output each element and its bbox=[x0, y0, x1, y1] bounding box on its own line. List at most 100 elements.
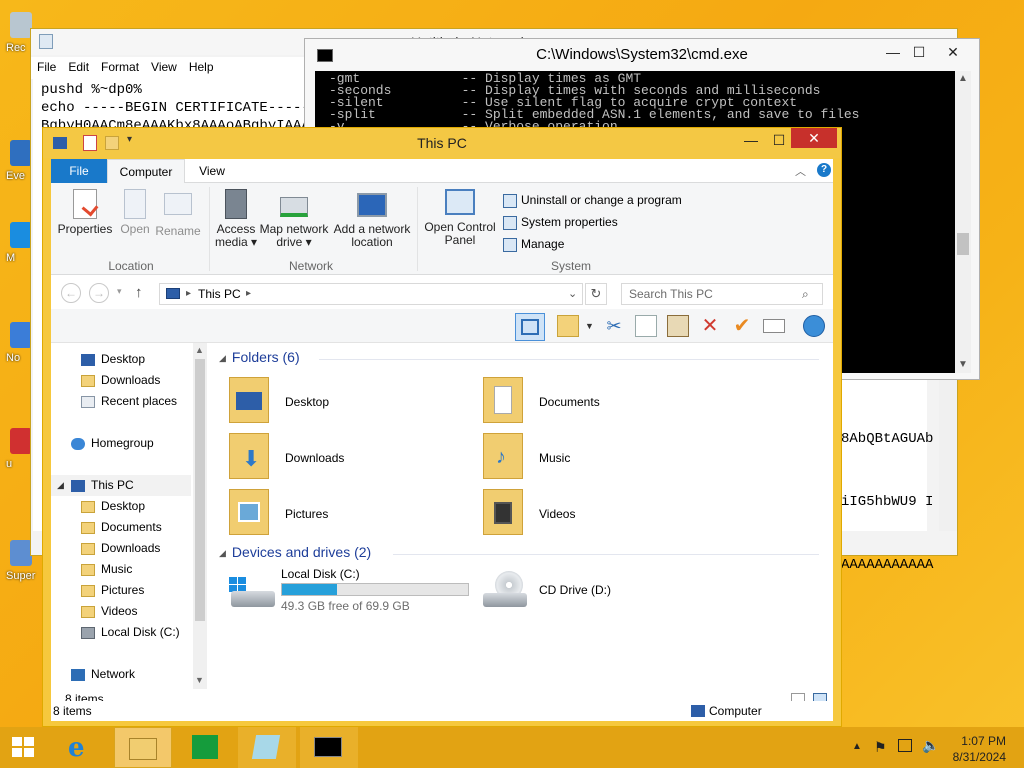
nav-pc-pictures[interactable]: Pictures bbox=[81, 580, 144, 601]
back-button[interactable]: ← bbox=[61, 283, 81, 303]
rename-button[interactable]: Rename bbox=[155, 189, 201, 238]
nav-this-pc[interactable]: ◢ This PC bbox=[51, 475, 191, 496]
nav-scroll-thumb[interactable] bbox=[195, 359, 205, 621]
cmd-minimize-button[interactable]: — bbox=[879, 42, 907, 62]
explorer-window[interactable]: ▾ This PC — ☐ ✕ File Computer View ︿ ? P… bbox=[42, 127, 842, 727]
properties-button[interactable]: Properties bbox=[57, 189, 113, 236]
notepad-menu-file[interactable]: File bbox=[31, 57, 62, 77]
nav-scrollbar[interactable]: ▲ ▼ bbox=[193, 343, 207, 689]
folder-pictures[interactable]: Pictures bbox=[229, 489, 449, 541]
devices-section-header[interactable]: ◢ Devices and drives (2) bbox=[219, 544, 371, 560]
tab-computer[interactable]: Computer bbox=[107, 159, 185, 183]
chevron-down-icon[interactable]: ◢ bbox=[57, 475, 64, 496]
nav-homegroup[interactable]: Homegroup bbox=[71, 433, 154, 454]
drive-c[interactable]: Local Disk (C:) 49.3 GB free of 69.9 GB bbox=[229, 567, 489, 619]
desktop-shortcut[interactable]: u bbox=[0, 428, 34, 474]
start-button[interactable] bbox=[0, 727, 48, 768]
notepad-menu-view[interactable]: View bbox=[145, 57, 183, 77]
cmd-scroll-thumb[interactable] bbox=[957, 233, 969, 255]
taskbar-store[interactable] bbox=[176, 727, 234, 768]
explorer-maximize-button[interactable]: ☐ bbox=[765, 130, 793, 150]
explorer-titlebar[interactable]: ▾ This PC — ☐ ✕ bbox=[43, 128, 841, 158]
paste-icon[interactable] bbox=[667, 315, 689, 337]
nav-desktop[interactable]: Desktop bbox=[81, 349, 145, 370]
show-hidden-icons[interactable]: ▲ bbox=[852, 741, 862, 752]
nav-pc-documents[interactable]: Documents bbox=[81, 517, 162, 538]
breadcrumb-this-pc[interactable]: This PC bbox=[198, 284, 241, 304]
folder-desktop[interactable]: Desktop bbox=[229, 377, 449, 429]
chevron-up-icon[interactable]: ▲ bbox=[958, 73, 968, 84]
tab-file[interactable]: File bbox=[51, 159, 107, 183]
cut-icon[interactable]: ✂ bbox=[603, 315, 625, 337]
rename-box-icon[interactable] bbox=[763, 319, 785, 333]
up-button[interactable]: ↑ bbox=[135, 284, 143, 301]
system-properties-button[interactable]: System properties bbox=[503, 213, 618, 233]
nav-network[interactable]: Network bbox=[71, 664, 135, 685]
nav-downloads[interactable]: Downloads bbox=[81, 370, 160, 391]
desktop-shortcut[interactable]: M bbox=[0, 222, 34, 268]
taskbar-internet-explorer[interactable]: e bbox=[54, 727, 112, 768]
preview-pane-icon[interactable] bbox=[515, 313, 545, 341]
help-icon[interactable]: ? bbox=[817, 163, 831, 177]
address-input[interactable]: ▸ This PC ▸ ⌄ bbox=[159, 283, 583, 305]
cmd-titlebar[interactable]: C:\Windows\System32\cmd.exe — ☐ ✕ bbox=[305, 39, 979, 71]
search-icon[interactable]: ⌕ bbox=[802, 284, 809, 304]
drive-d[interactable]: CD Drive (D:) bbox=[483, 567, 703, 619]
open-control-panel-button[interactable]: Open Control Panel bbox=[423, 189, 497, 247]
taskbar-file-explorer[interactable] bbox=[114, 727, 172, 768]
recent-locations-icon[interactable]: ▾ bbox=[117, 286, 122, 297]
notepad-menu-format[interactable]: Format bbox=[95, 57, 145, 77]
nav-pc-music[interactable]: Music bbox=[81, 559, 132, 580]
refresh-button[interactable]: ↻ bbox=[585, 283, 607, 305]
nav-pc-downloads[interactable]: Downloads bbox=[81, 538, 160, 559]
search-input[interactable]: Search This PC ⌕ bbox=[621, 283, 823, 305]
explorer-close-button[interactable]: ✕ bbox=[791, 128, 837, 148]
tab-view[interactable]: View bbox=[187, 159, 237, 183]
folders-section-header[interactable]: ◢ Folders (6) bbox=[219, 349, 300, 365]
taskbar-cmd[interactable] bbox=[300, 727, 358, 768]
volume-muted-icon[interactable]: 🔈 bbox=[922, 737, 939, 754]
folder-videos[interactable]: Videos bbox=[483, 489, 703, 541]
chevron-down-icon[interactable]: ▼ bbox=[195, 675, 204, 685]
chevron-up-icon[interactable]: ▲ bbox=[195, 345, 204, 355]
outer-item-count: 8 items bbox=[53, 704, 92, 718]
chevron-down-icon[interactable]: ▼ bbox=[958, 359, 968, 370]
cmd-close-button[interactable]: ✕ bbox=[939, 42, 967, 62]
nav-pc-local-disk[interactable]: Local Disk (C:) bbox=[81, 622, 180, 643]
chevron-up-icon[interactable]: ︿ bbox=[795, 163, 806, 179]
delete-icon[interactable]: ✕ bbox=[699, 315, 721, 337]
cmd-maximize-button[interactable]: ☐ bbox=[905, 42, 933, 62]
nav-recent-places[interactable]: Recent places bbox=[81, 391, 177, 412]
desktop-shortcut[interactable]: No bbox=[0, 322, 34, 368]
folder-options-icon[interactable] bbox=[557, 315, 579, 337]
desktop-shortcut[interactable]: Rec bbox=[0, 12, 34, 58]
chevron-down-icon[interactable]: ⌄ bbox=[568, 284, 577, 304]
notepad-menu-help[interactable]: Help bbox=[183, 57, 220, 77]
folder-music[interactable]: ♪ Music bbox=[483, 433, 703, 485]
explorer-minimize-button[interactable]: — bbox=[737, 130, 765, 150]
chevron-down-icon[interactable]: ▼ bbox=[585, 321, 594, 331]
network-globe-icon[interactable] bbox=[803, 315, 825, 337]
desktop-shortcut[interactable]: Super bbox=[0, 540, 35, 586]
add-network-location-button[interactable]: Add a network location bbox=[331, 189, 413, 249]
cmd-scrollbar[interactable]: ▲ ▼ bbox=[955, 71, 971, 373]
action-center-flag-icon[interactable]: ⚑ bbox=[874, 739, 887, 756]
checkmark-icon[interactable]: ✔ bbox=[731, 315, 753, 337]
open-button[interactable]: Open bbox=[117, 189, 153, 236]
map-network-drive-button[interactable]: Map network drive ▾ bbox=[257, 189, 331, 249]
nav-pc-videos[interactable]: Videos bbox=[81, 601, 137, 622]
breadcrumb-chevron-icon[interactable]: ▸ bbox=[246, 284, 251, 304]
folder-downloads[interactable]: ⬇ Downloads bbox=[229, 433, 449, 485]
notepad-menu-edit[interactable]: Edit bbox=[62, 57, 95, 77]
access-media-button[interactable]: Access media ▾ bbox=[213, 189, 259, 249]
forward-button[interactable]: → bbox=[89, 283, 109, 303]
clock[interactable]: 1:07 PM 8/31/2024 bbox=[940, 733, 1006, 765]
nav-pc-desktop[interactable]: Desktop bbox=[81, 496, 145, 517]
uninstall-program-button[interactable]: Uninstall or change a program bbox=[503, 191, 682, 211]
taskbar-notepad[interactable] bbox=[238, 727, 296, 768]
desktop-shortcut[interactable]: Eve bbox=[0, 140, 34, 186]
copy-icon[interactable] bbox=[635, 315, 657, 337]
network-status-icon[interactable] bbox=[898, 739, 912, 752]
folder-documents[interactable]: Documents bbox=[483, 377, 703, 429]
manage-button[interactable]: Manage bbox=[503, 235, 564, 255]
